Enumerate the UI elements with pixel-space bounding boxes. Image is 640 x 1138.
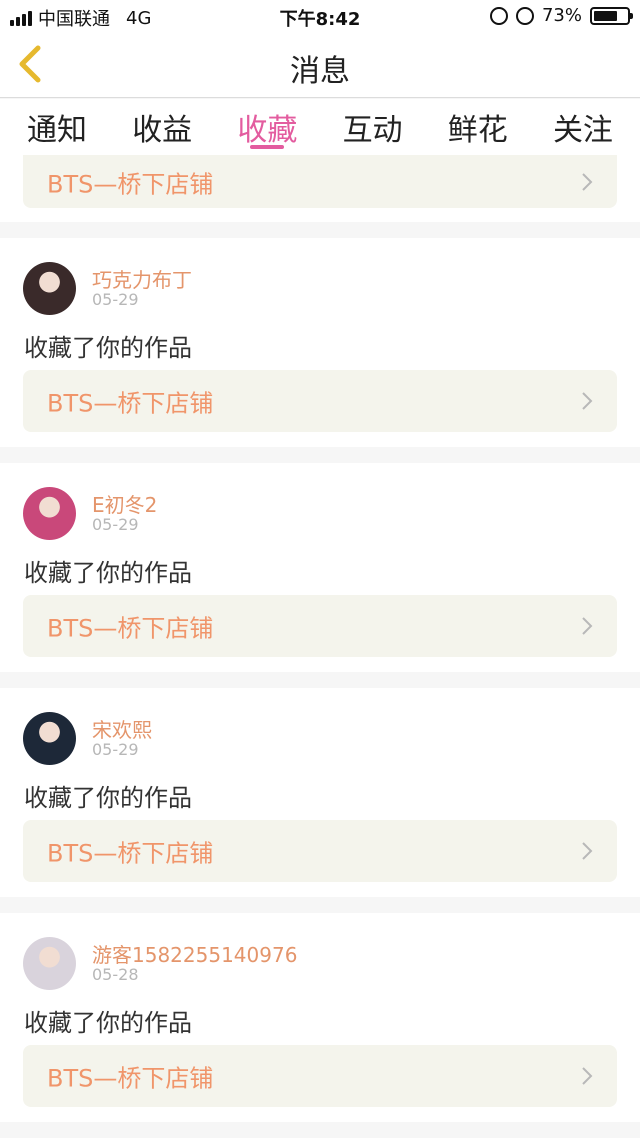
username[interactable]: 巧克力布丁 [92,264,192,293]
action-text: 收藏了你的作品 [24,559,192,587]
tab-label: 互动 [342,113,403,148]
status-bar: 中国联通 4G 下午8:42 73% [0,0,640,30]
work-link[interactable]: BTS—桥下店铺 [23,595,617,657]
username[interactable]: E初冬2 [92,489,157,518]
work-link[interactable]: BTS—桥下店铺 [23,820,617,882]
battery-percent: 73% [541,5,582,26]
notification-card: 游客1582255140976 05-28 收藏了你的作品 BTS—桥下店铺 [0,913,640,1122]
date: 05-29 [92,515,139,534]
work-title: BTS—桥下店铺 [47,389,214,418]
notification-feed: BTS—桥下店铺 巧克力布丁 05-29 收藏了你的作品 BTS—桥下店铺 E初… [0,155,640,1122]
avatar[interactable] [23,487,76,540]
notification-card: E初冬2 05-29 收藏了你的作品 BTS—桥下店铺 [0,463,640,672]
action-text: 收藏了你的作品 [24,1009,192,1037]
work-title: BTS—桥下店铺 [47,1064,214,1093]
tab-label: 收藏 [237,113,298,148]
page-title: 消息 [290,54,350,89]
battery-fill [594,10,618,21]
work-title: BTS—桥下店铺 [47,614,214,643]
date: 05-29 [92,740,139,759]
tab-label: 通知 [27,113,87,148]
tab-label: 关注 [552,113,613,148]
username[interactable]: 宋欢熙 [92,714,152,743]
work-title: BTS—桥下店铺 [47,170,214,198]
action-text: 收藏了你的作品 [24,784,192,812]
battery-icon [590,6,633,25]
tab-earnings[interactable]: 收益 [132,99,192,155]
chevron-right-icon [582,172,593,191]
notification-card: 巧克力布丁 05-29 收藏了你的作品 BTS—桥下店铺 [0,238,640,447]
tab-favorites[interactable]: 收藏 [237,99,297,155]
chevron-right-icon [582,842,593,860]
chevron-right-icon [582,392,593,410]
notification-card-partial: BTS—桥下店铺 [0,155,640,222]
tab-notifications[interactable]: 通知 [27,99,87,155]
username[interactable]: 游客1582255140976 [92,939,297,968]
work-link[interactable]: BTS—桥下店铺 [23,155,617,208]
date: 05-29 [92,290,139,309]
avatar[interactable] [23,712,76,765]
rotation-lock-icon [489,6,508,25]
tab-following[interactable]: 关注 [553,99,613,155]
chevron-right-icon [582,1067,593,1085]
work-link[interactable]: BTS—桥下店铺 [23,370,617,432]
avatar[interactable] [23,937,76,990]
work-title: BTS—桥下店铺 [47,839,214,868]
avatar[interactable] [23,262,76,315]
date: 05-28 [92,965,139,984]
tab-underline [250,145,285,149]
tab-flowers[interactable]: 鲜花 [448,99,508,155]
action-text: 收藏了你的作品 [24,334,192,362]
alarm-icon [515,6,534,25]
work-link[interactable]: BTS—桥下店铺 [23,1045,617,1107]
tab-label: 鲜花 [447,113,508,148]
chevron-right-icon [582,617,593,635]
tab-label: 收益 [132,113,193,148]
status-right: 73% [489,5,633,26]
nav-bar: 消息 [0,30,640,98]
notification-card: 宋欢熙 05-29 收藏了你的作品 BTS—桥下店铺 [0,688,640,897]
tab-bar: 通知 收益 收藏 互动 鲜花 关注 [0,99,640,155]
tab-interactions[interactable]: 互动 [343,99,403,155]
